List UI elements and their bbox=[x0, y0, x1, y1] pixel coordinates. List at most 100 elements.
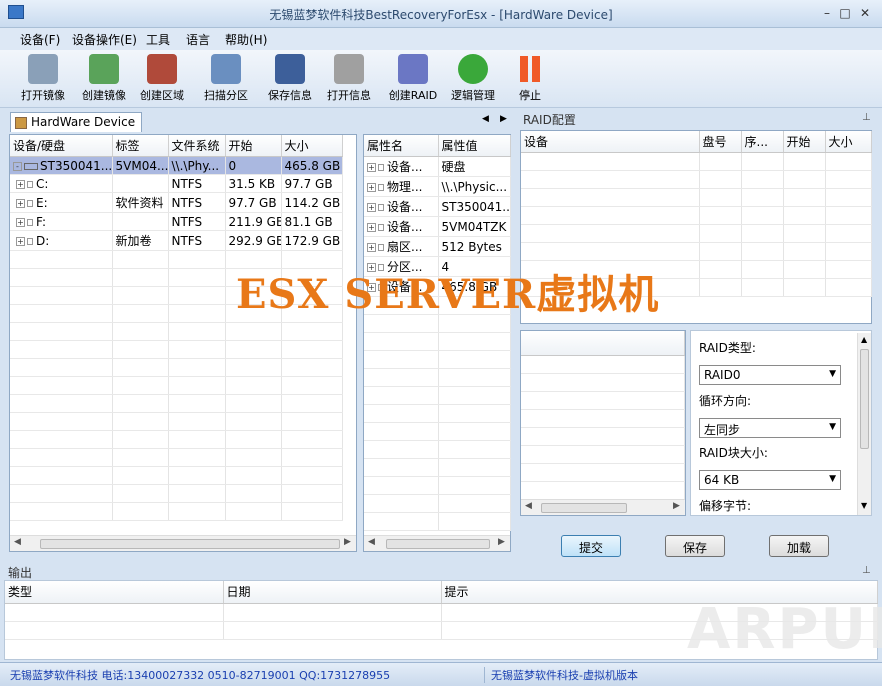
chevron-down-icon: ▼ bbox=[829, 474, 836, 484]
save-info-button[interactable]: 保存信息 bbox=[261, 54, 319, 103]
pin-icon[interactable]: ⊥ bbox=[862, 112, 871, 123]
close-button[interactable]: ✕ bbox=[856, 6, 874, 20]
tab-hardware-device[interactable]: HardWare Device bbox=[10, 112, 143, 132]
scroll-right-icon[interactable]: ▶ bbox=[673, 501, 680, 511]
toolbar: 打开镜像 创建镜像 创建区域 扫描分区 保存信息 打开信息 创建RAID 逻辑管… bbox=[0, 50, 882, 108]
create-image-button[interactable]: 创建镜像 bbox=[75, 54, 133, 103]
block-size-label: RAID块大小: bbox=[699, 446, 768, 460]
col-label[interactable]: 标签 bbox=[112, 135, 169, 157]
create-raid-button[interactable]: 创建RAID bbox=[384, 54, 442, 103]
scroll-thumb[interactable] bbox=[860, 349, 869, 449]
chevron-down-icon: ▼ bbox=[829, 422, 836, 432]
expand-icon[interactable]: + bbox=[16, 236, 25, 246]
table-row[interactable]: + 设备... 5VM04TZK bbox=[364, 216, 511, 237]
col-raid-disk-no[interactable]: 盘号 bbox=[699, 131, 742, 153]
raid-type-label: RAID类型: bbox=[699, 341, 756, 355]
col-raid-size[interactable]: 大小 bbox=[825, 131, 872, 153]
col-date[interactable]: 日期 bbox=[223, 581, 442, 604]
table-row[interactable]: + E: 软件资料 NTFS 97.7 GB 114.2 GB bbox=[10, 192, 343, 213]
raid-settings-panel: RAID类型: RAID0 ▼ 循环方向: 左同步 ▼ RAID块大小: 64 KB… bbox=[690, 330, 872, 516]
minimize-button[interactable]: – bbox=[818, 6, 836, 20]
col-filesystem[interactable]: 文件系统 bbox=[168, 135, 226, 157]
device-grid: 设备/硬盘 标签 文件系统 开始 大小 - ST350041... 5VM04..… bbox=[10, 135, 343, 521]
scroll-down-icon[interactable]: ▼ bbox=[861, 501, 867, 510]
disk-stack-icon bbox=[28, 54, 58, 84]
scroll-up-icon[interactable]: ▲ bbox=[861, 335, 867, 344]
raid-list-hscrollbar[interactable]: ◀ ▶ bbox=[521, 499, 685, 515]
load-button[interactable]: 加载 bbox=[769, 535, 829, 557]
title-bar: 无锡蓝梦软件科技BestRecoveryForEsx - [HardWare D… bbox=[0, 0, 882, 28]
table-row[interactable]: + F: NTFS 211.9 GB 81.1 GB bbox=[10, 212, 343, 231]
open-drive-icon bbox=[334, 54, 364, 84]
scroll-thumb[interactable] bbox=[541, 503, 627, 513]
partition-icon bbox=[27, 199, 33, 207]
device-hscrollbar[interactable]: ◀ ▶ bbox=[10, 535, 356, 551]
raid-panel-title: RAID配置 bbox=[523, 113, 576, 127]
create-region-button[interactable]: 创建区域 bbox=[133, 54, 191, 103]
col-raid-device[interactable]: 设备 bbox=[521, 131, 700, 153]
status-contact: 无锡蓝梦软件科技 电话:13400027332 0510-82719001 QQ… bbox=[10, 669, 391, 682]
table-row[interactable]: + D: 新加卷 NTFS 292.9 GB 172.9 GB bbox=[10, 230, 343, 251]
table-row[interactable]: + 设备... ST350041... bbox=[364, 196, 511, 217]
loop-direction-label: 循环方向: bbox=[699, 394, 752, 408]
table-row[interactable]: - ST350041... 5VM04... \\.\Phy... 0 465.8… bbox=[10, 156, 343, 175]
expand-icon: + bbox=[367, 203, 376, 212]
expand-icon[interactable]: + bbox=[16, 217, 25, 227]
open-info-button[interactable]: 打开信息 bbox=[320, 54, 378, 103]
settings-vscrollbar[interactable]: ▲ ▼ bbox=[857, 333, 871, 515]
table-row[interactable]: + 扇区... 512 Bytes bbox=[364, 236, 511, 257]
open-image-button[interactable]: 打开镜像 bbox=[14, 54, 72, 103]
prop-icon bbox=[378, 184, 384, 191]
save-button[interactable]: 保存 bbox=[665, 535, 725, 557]
col-raid-start[interactable]: 开始 bbox=[783, 131, 826, 153]
block-size-select[interactable]: 64 KB ▼ bbox=[699, 470, 841, 490]
device-tab-strip: HardWare Device ◀ ▶ bbox=[6, 110, 516, 132]
scroll-thumb[interactable] bbox=[40, 539, 340, 549]
question-arrow-icon bbox=[458, 54, 488, 84]
scroll-left-icon[interactable]: ◀ bbox=[14, 537, 21, 547]
expand-icon[interactable]: + bbox=[16, 198, 25, 208]
expand-icon: + bbox=[367, 183, 376, 192]
offset-label: 偏移字节: bbox=[699, 499, 752, 513]
expand-icon[interactable]: - bbox=[13, 161, 22, 171]
col-prop-name[interactable]: 属性名 bbox=[364, 135, 439, 157]
submit-button[interactable]: 提交 bbox=[561, 535, 621, 557]
menu-device-ops[interactable]: 设备操作(E) bbox=[72, 31, 137, 48]
partition-icon bbox=[27, 218, 33, 226]
expand-icon[interactable]: + bbox=[16, 179, 25, 189]
esx-watermark: ESX SERVER虚拟机 bbox=[236, 271, 660, 318]
logic-manage-button[interactable]: 逻辑管理 bbox=[444, 54, 502, 103]
raid-list bbox=[521, 331, 685, 500]
col-type[interactable]: 类型 bbox=[5, 581, 224, 604]
hardware-icon bbox=[15, 117, 27, 129]
tab-prev-icon[interactable]: ◀ bbox=[482, 114, 489, 124]
scroll-thumb[interactable] bbox=[386, 539, 490, 549]
raid-type-select[interactable]: RAID0 ▼ bbox=[699, 365, 841, 385]
prop-icon bbox=[378, 244, 384, 251]
stop-button[interactable]: 停止 bbox=[501, 54, 559, 103]
raid-list-panel: ◀ ▶ bbox=[520, 330, 686, 516]
table-row[interactable]: + C: NTFS 31.5 KB 97.7 GB bbox=[10, 174, 343, 193]
restore-button[interactable]: □ bbox=[836, 6, 854, 20]
table-row[interactable]: + 设备... 硬盘 bbox=[364, 156, 511, 177]
scroll-right-icon[interactable]: ▶ bbox=[344, 537, 351, 547]
scroll-left-icon[interactable]: ◀ bbox=[368, 537, 375, 547]
pin-icon[interactable]: ⊥ bbox=[862, 565, 871, 576]
scroll-right-icon[interactable]: ▶ bbox=[498, 537, 505, 547]
tab-next-icon[interactable]: ▶ bbox=[500, 114, 507, 124]
menu-bar: 设备(F) 设备操作(E) 工具 语言 帮助(H) bbox=[0, 28, 882, 50]
table-row[interactable]: + 物理... \\.\Physic... bbox=[364, 176, 511, 197]
loop-direction-select[interactable]: 左同步 ▼ bbox=[699, 418, 841, 438]
menu-help[interactable]: 帮助(H) bbox=[225, 31, 267, 48]
scan-partition-button[interactable]: 扫描分区 bbox=[197, 54, 255, 103]
col-raid-order[interactable]: 序... bbox=[741, 131, 784, 153]
property-hscrollbar[interactable]: ◀ ▶ bbox=[364, 535, 510, 551]
col-size[interactable]: 大小 bbox=[281, 135, 343, 157]
menu-tools[interactable]: 工具 bbox=[146, 31, 170, 48]
col-start[interactable]: 开始 bbox=[225, 135, 282, 157]
menu-language[interactable]: 语言 bbox=[186, 31, 210, 48]
scroll-left-icon[interactable]: ◀ bbox=[525, 501, 532, 511]
col-prop-value[interactable]: 属性值 bbox=[438, 135, 511, 157]
menu-device[interactable]: 设备(F) bbox=[20, 31, 60, 48]
col-device[interactable]: 设备/硬盘 bbox=[10, 135, 113, 157]
